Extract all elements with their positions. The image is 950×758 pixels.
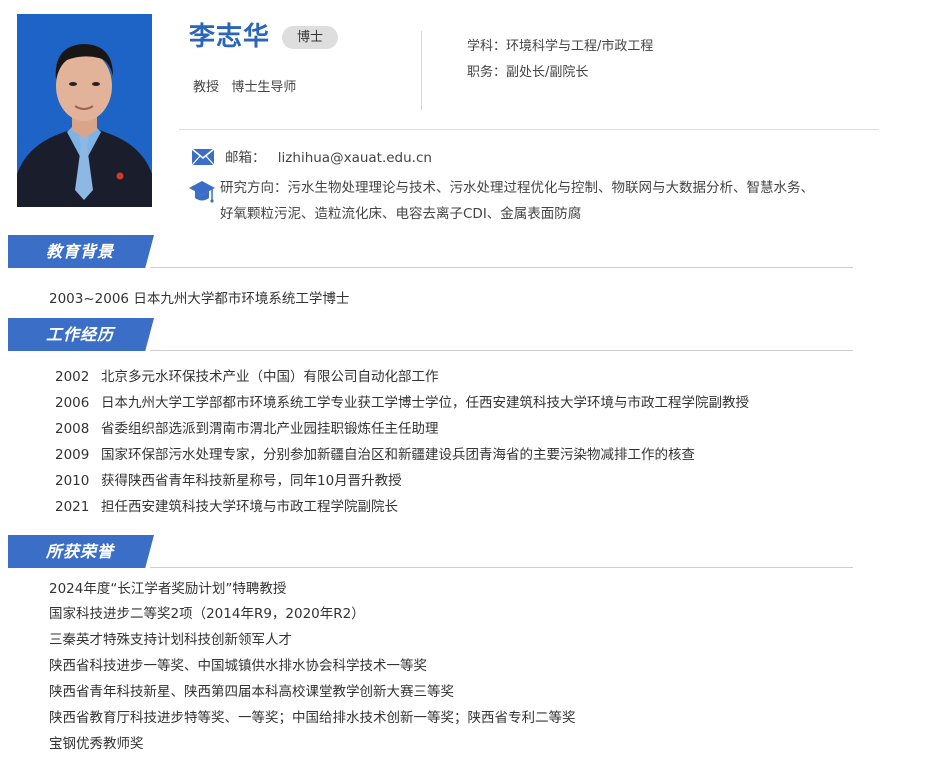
header-divider [179,129,879,130]
profile-photo [17,14,152,207]
degree-badge: 博士 [282,26,338,49]
honor-item: 2024年度“长江学者奖励计划”特聘教授 [49,581,287,597]
education-item: 2003~2006 日本九州大学都市环境系统工学博士 [49,291,350,307]
honor-item: 陕西省科技进步一等奖、中国城镇供水排水协会科学技术一等奖 [49,658,427,674]
work-text: 担任西安建筑科技大学环境与市政工程学院副院长 [101,499,398,515]
discipline-value: 环境科学与工程/市政工程 [506,39,654,54]
work-item: 2002 北京多元水环保技术产业（中国）有限公司自动化部工作 [55,368,439,386]
research-directions: 研究方向：污水生物处理理论与技术、污水处理过程优化与控制、物联网与大数据分析、智… [220,175,860,227]
work-section-line [150,350,853,351]
discipline-line: 学科：环境科学与工程/市政工程 [467,38,653,56]
work-item: 2021 担任西安建筑科技大学环境与市政工程学院副院长 [55,498,398,516]
position-value: 副处长/副院长 [506,65,589,80]
person-name: 李志华 [189,22,271,52]
work-year: 2006 [55,395,90,411]
honor-item: 陕西省青年科技新星、陕西第四届本科高校课堂教学创新大赛三等奖 [49,684,454,700]
work-item: 2009 国家环保部污水处理专家，分别参加新疆自治区和新疆建设兵团青海省的主要污染… [55,446,695,464]
honors-section-line [150,567,853,568]
work-item: 2008 省委组织部选派到渭南市渭北产业园挂职锻炼任主任助理 [55,420,439,438]
work-text: 日本九州大学工学部都市环境系统工学专业获工学博士学位，任西安建筑科技大学环境与市… [101,395,749,411]
research-text-line1: 污水生物处理理论与技术、污水处理过程优化与控制、物联网与大数据分析、智慧水务、 [287,180,815,196]
work-year: 2010 [55,473,90,489]
envelope-icon [191,147,215,167]
work-year: 2009 [55,447,90,463]
honor-item: 三秦英才特殊支持计划科技创新领军人才 [49,632,292,648]
graduation-cap-icon [188,178,216,208]
email-address[interactable]: lizhihua@xauat.edu.cn [278,150,432,166]
work-text: 国家环保部污水处理专家，分别参加新疆自治区和新疆建设兵团青海省的主要污染物减排工… [101,447,695,463]
honor-item: 宝钢优秀教师奖 [49,736,144,752]
honor-item: 陕西省教育厅科技进步特等奖、一等奖；中国给排水技术创新一等奖；陕西省专利二等奖 [49,710,576,726]
work-section-title: 工作经历 [46,325,115,344]
research-label: 研究方向： [220,180,288,196]
discipline-label: 学科： [467,39,507,54]
work-year: 2008 [55,421,90,437]
position-label: 职务： [467,65,507,80]
work-item: 2010 获得陕西省青年科技新星称号，同年10月晋升教授 [55,472,402,490]
research-text-line2: 好氧颗粒污泥、造粒流化床、电容去离子CDI、金属表面防腐 [220,206,582,222]
work-text: 北京多元水环保技术产业（中国）有限公司自动化部工作 [101,369,439,385]
email-label: 邮箱： [225,150,266,166]
work-text: 省委组织部选派到渭南市渭北产业园挂职锻炼任主任助理 [101,421,439,437]
position-line: 职务：副处长/副院长 [467,64,588,82]
work-item: 2006 日本九州大学工学部都市环境系统工学专业获工学博士学位，任西安建筑科技大学… [55,394,749,412]
work-text: 获得陕西省青年科技新星称号，同年10月晋升教授 [101,473,402,489]
email-line: 邮箱： lizhihua@xauat.edu.cn [225,149,432,167]
work-year: 2002 [55,369,90,385]
education-section-title: 教育背景 [46,242,115,261]
education-section-line [150,267,853,268]
honor-item: 国家科技进步二等奖2项（2014年R9，2020年R2） [49,606,365,622]
academic-titles: 教授 博士生导师 [193,80,297,95]
vertical-divider [421,31,422,110]
work-year: 2021 [55,499,90,515]
honors-section-title: 所获荣誉 [46,542,115,561]
